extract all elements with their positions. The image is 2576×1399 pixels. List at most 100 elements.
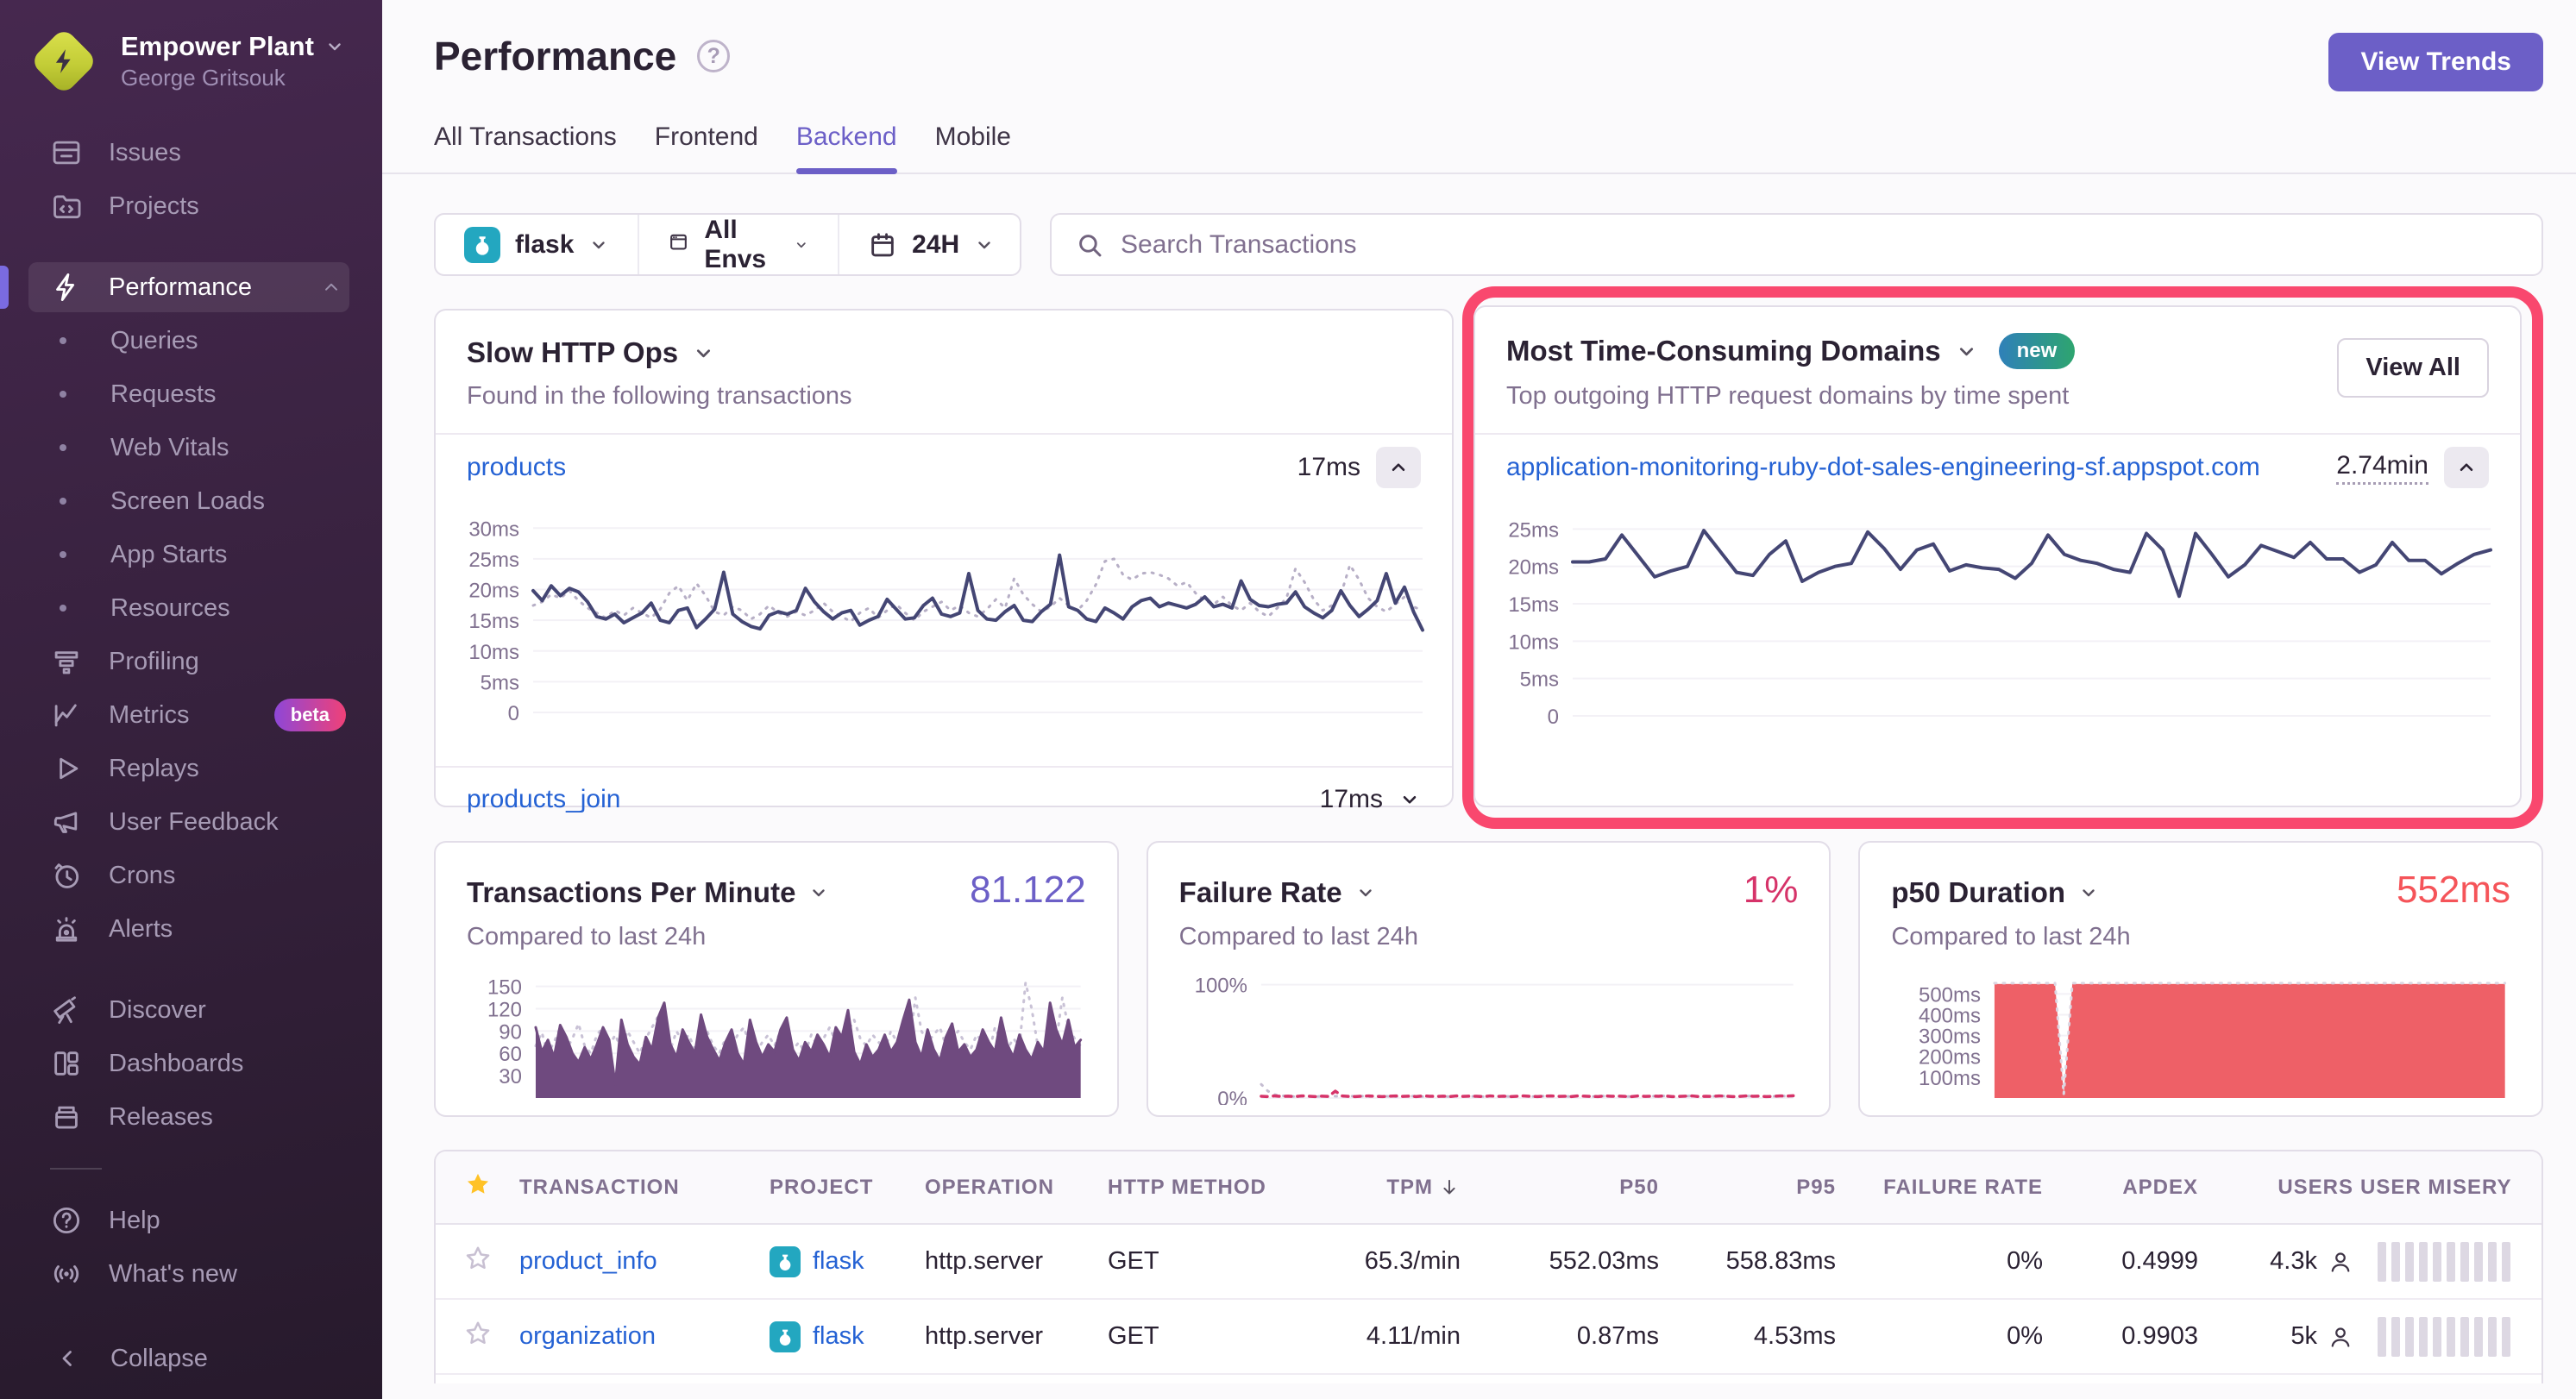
column-header-tpm[interactable]: TPM (1308, 1176, 1467, 1200)
failure-rate-title[interactable]: Failure Rate (1179, 876, 1376, 909)
sidebar-item-replays[interactable]: Replays (0, 742, 382, 795)
star-toggle[interactable] (463, 1319, 493, 1355)
column-header-http-method[interactable]: HTTP METHOD (1108, 1176, 1308, 1200)
star-toggle[interactable] (463, 1244, 493, 1280)
slow-http-ops-title[interactable]: Slow HTTP Ops (467, 336, 1421, 369)
column-header-operation[interactable]: OPERATION (925, 1176, 1108, 1200)
sidebar-collapse-button[interactable]: Collapse (0, 1332, 382, 1385)
project-filter[interactable]: flask (436, 215, 638, 274)
environments-icon (668, 230, 689, 260)
column-header-p95[interactable]: P95 (1666, 1176, 1843, 1200)
project-link[interactable]: flask (770, 1321, 918, 1352)
sidebar-item-help[interactable]: Help (0, 1194, 382, 1247)
view-trends-button[interactable]: View Trends (2328, 33, 2543, 91)
column-header-p50[interactable]: P50 (1467, 1176, 1666, 1200)
transaction-link[interactable]: product_info (519, 1247, 657, 1275)
column-header-project[interactable]: PROJECT (770, 1176, 925, 1200)
slow-http-ops-panel: Slow HTTP Ops Found in the following tra… (434, 309, 1454, 807)
chevron-up-icon (320, 276, 342, 298)
p50-duration-value: 552ms (2397, 869, 2510, 912)
sidebar-item-label: Discover (109, 996, 206, 1025)
sidebar-item-label: Help (109, 1207, 160, 1235)
page-filter-group: flask All Envs 24H (434, 213, 1021, 276)
chevron-down-icon (1355, 882, 1376, 903)
sidebar-item-requests[interactable]: Requests (0, 367, 382, 421)
tpm-panel: Transactions Per Minute 81.122 Compared … (434, 841, 1119, 1117)
environment-filter[interactable]: All Envs (638, 215, 838, 274)
whatsnew-icon (50, 1258, 83, 1290)
http-method-cell: GET (1108, 1247, 1308, 1276)
sidebar-item-metrics[interactable]: Metricsbeta (0, 688, 382, 742)
sidebar-item-web-vitals[interactable]: Web Vitals (0, 421, 382, 474)
tab-all-transactions[interactable]: All Transactions (434, 122, 617, 173)
sidebar-item-label: Metrics (109, 701, 189, 730)
user-misery-cell (2360, 1317, 2541, 1357)
svg-text:100ms: 100ms (1919, 1067, 1981, 1090)
collapse-products-button[interactable] (1376, 447, 1421, 488)
transaction-row-products-join: products_join 17ms (436, 766, 1452, 831)
bullet-icon (60, 605, 66, 612)
sidebar-item-screen-loads[interactable]: Screen Loads (0, 474, 382, 528)
expand-products-join-button[interactable] (1398, 788, 1421, 811)
highlight-annotation: Most Time-Consuming Domains new Top outg… (1462, 286, 2543, 829)
star-column-header[interactable] (436, 1170, 519, 1205)
p50-cell: 552.03ms (1467, 1247, 1666, 1276)
svg-text:100%: 100% (1194, 975, 1247, 998)
tpm-subtitle: Compared to last 24h (467, 923, 1086, 951)
column-header-transaction[interactable]: TRANSACTION (519, 1176, 770, 1200)
collapse-domain-button[interactable] (2444, 447, 2489, 488)
sidebar-item-user-feedback[interactable]: User Feedback (0, 795, 382, 849)
issues-icon (50, 136, 83, 169)
sidebar-item-whats-new[interactable]: What's new (0, 1247, 382, 1301)
tpm-title[interactable]: Transactions Per Minute (467, 876, 829, 909)
date-range-filter[interactable]: 24H (838, 215, 1023, 274)
view-all-button[interactable]: View All (2337, 338, 2489, 398)
domain-duration-chart: 25ms20ms15ms10ms5ms0 (1491, 500, 2496, 775)
flask-project-icon (770, 1246, 801, 1277)
sidebar-item-label: Releases (109, 1103, 213, 1132)
sidebar-item-discover[interactable]: Discover (0, 983, 382, 1037)
domain-time-spent: 2.74min (2336, 451, 2428, 485)
column-header-apdex[interactable]: APDEX (2050, 1176, 2205, 1200)
tpm-chart: 150120906030 (467, 974, 1086, 1105)
tab-frontend[interactable]: Frontend (655, 122, 758, 173)
sidebar: Empower Plant George Gritsouk Issues Proj… (0, 0, 382, 1399)
sidebar-item-app-starts[interactable]: App Starts (0, 528, 382, 581)
sidebar-item-profiling[interactable]: Profiling (0, 635, 382, 688)
transaction-link[interactable]: organization (519, 1322, 656, 1350)
sidebar-item-label: Issues (109, 139, 181, 167)
project-link[interactable]: flask (770, 1246, 918, 1277)
sidebar-item-releases[interactable]: Releases (0, 1090, 382, 1144)
sidebar-item-dashboards[interactable]: Dashboards (0, 1037, 382, 1090)
sentry-org-logo (31, 28, 97, 94)
tab-backend[interactable]: Backend (796, 122, 897, 173)
products-join-link[interactable]: products_join (467, 785, 620, 814)
products-link[interactable]: products (467, 453, 566, 482)
column-header-failure-rate[interactable]: FAILURE RATE (1843, 1176, 2050, 1200)
sidebar-divider (50, 1168, 102, 1170)
column-header-users[interactable]: USERS (2205, 1176, 2360, 1200)
releases-icon (50, 1101, 83, 1133)
help-question-icon[interactable]: ? (697, 40, 730, 72)
sidebar-item-projects[interactable]: Projects (0, 179, 382, 233)
p50-duration-title[interactable]: p50 Duration (1891, 876, 2099, 909)
user-icon (2328, 1249, 2353, 1275)
sidebar-item-label: Profiling (109, 648, 199, 676)
search-input[interactable] (1121, 230, 2517, 260)
sidebar-item-issues[interactable]: Issues (0, 126, 382, 179)
sidebar-item-resources[interactable]: Resources (0, 581, 382, 635)
sidebar-item-crons[interactable]: Crons (0, 849, 382, 902)
operation-cell: http.server (925, 1322, 1108, 1351)
p50-duration-subtitle: Compared to last 24h (1891, 923, 2510, 951)
svg-text:300ms: 300ms (1919, 1026, 1981, 1049)
column-header-user-misery[interactable]: USER MISERY (2360, 1176, 2541, 1200)
products-duration-chart: 30ms25ms20ms15ms10ms5ms0 (451, 500, 1428, 766)
domain-link[interactable]: application-monitoring-ruby-dot-sales-en… (1506, 453, 2260, 482)
discover-icon (50, 994, 83, 1026)
table-row: product_infoflaskhttp.serverGET65.3/min5… (436, 1225, 2541, 1300)
sidebar-item-queries[interactable]: Queries (0, 314, 382, 367)
org-switcher[interactable]: Empower Plant George Gritsouk (0, 28, 382, 94)
tab-mobile[interactable]: Mobile (935, 122, 1011, 173)
sidebar-item-performance[interactable]: Performance (0, 260, 382, 314)
sidebar-item-alerts[interactable]: Alerts (0, 902, 382, 956)
